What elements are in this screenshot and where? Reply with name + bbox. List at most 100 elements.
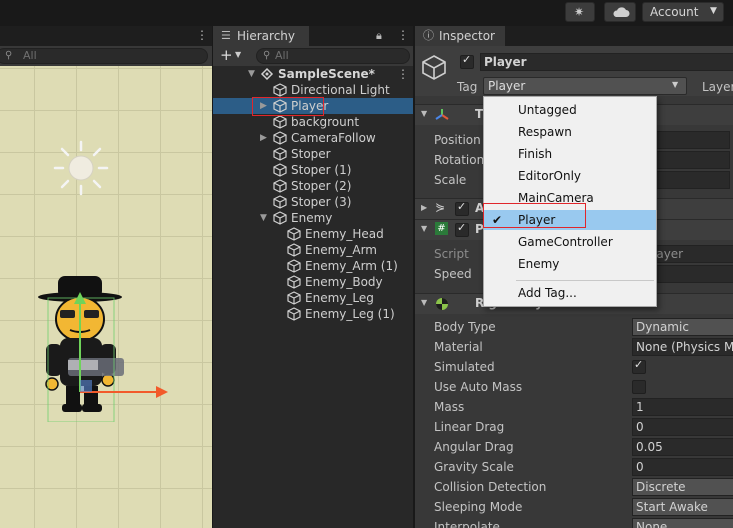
menu-item-tag[interactable]: EditorOnly	[484, 166, 656, 186]
tab-hierarchy[interactable]: ☰ Hierarchy	[213, 26, 309, 46]
services-button[interactable]: ✷	[565, 2, 595, 22]
gameobject-cube-icon	[273, 131, 287, 145]
chevron-down-icon[interactable]: ▼	[248, 66, 255, 82]
menu-item-tag[interactable]: Untagged	[484, 100, 656, 120]
gameobject-cube-icon	[287, 307, 301, 321]
property-field[interactable]: 0.05	[632, 438, 733, 456]
hierarchy-item[interactable]: Enemy_Arm (1)	[213, 258, 413, 274]
player-sprite[interactable]	[38, 272, 168, 422]
layer-label: Layer	[702, 80, 733, 94]
object-name-field[interactable]: Player	[480, 53, 733, 71]
hierarchy-item[interactable]: backgrount	[213, 114, 413, 130]
cloud-button[interactable]	[604, 2, 636, 22]
tag-dropdown[interactable]: Player ▼	[483, 77, 687, 95]
hierarchy-item[interactable]: Stoper (2)	[213, 178, 413, 194]
transform-label: Scale	[434, 173, 467, 187]
transform-icon	[435, 109, 449, 120]
property-dropdown[interactable]: Discrete	[632, 478, 733, 496]
account-dropdown[interactable]: Account ▼	[642, 2, 724, 22]
rigidbody-icon	[436, 298, 448, 310]
tag-value: Player	[488, 79, 526, 93]
property-field[interactable]: 0	[632, 458, 733, 476]
hierarchy-item-label: Stoper (1)	[291, 163, 352, 177]
hierarchy-item[interactable]: Enemy_Leg	[213, 290, 413, 306]
more-menu-icon[interactable]: ⋮	[397, 28, 409, 42]
more-menu-icon[interactable]: ⋮	[397, 66, 409, 82]
checkmark-icon: ✓	[634, 358, 644, 371]
unity-scene-icon	[260, 67, 274, 81]
highlight-box-tag-player	[483, 203, 586, 228]
gameobject-cube-icon	[287, 291, 301, 305]
property-value: None	[636, 520, 668, 528]
hierarchy-item[interactable]: Stoper	[213, 146, 413, 162]
menu-item-tag[interactable]: GameController	[484, 232, 656, 252]
property-field[interactable]: 1	[632, 398, 733, 416]
property-field[interactable]: None (Physics Ma	[632, 338, 733, 356]
scene-search-bar: ⚲ All	[0, 46, 212, 66]
property-label: Material	[434, 340, 483, 354]
scene-panel: ⋮ ⚲ All	[0, 26, 212, 528]
transform-label: Rotation	[434, 153, 485, 167]
hierarchy-item[interactable]: Enemy_Body	[213, 274, 413, 290]
property-dropdown[interactable]: Start Awake	[632, 498, 733, 516]
property-label: Use Auto Mass	[434, 380, 523, 394]
hierarchy-item[interactable]: Enemy_Head	[213, 226, 413, 242]
search-icon: ⚲	[5, 50, 13, 61]
chevron-down-icon: ▼	[672, 80, 679, 89]
gameobject-cube-icon	[287, 259, 301, 273]
menu-item-label: GameController	[518, 235, 613, 249]
hierarchy-item[interactable]: Stoper (3)	[213, 194, 413, 210]
menu-item-add-tag[interactable]: Add Tag...	[484, 283, 656, 303]
hierarchy-item[interactable]: Enemy_Leg (1)	[213, 306, 413, 322]
animator-enabled-checkbox[interactable]: ✓	[455, 200, 469, 216]
script-value: layer	[653, 247, 684, 261]
property-value: 0.05	[636, 440, 663, 454]
menu-item-tag[interactable]: Enemy	[484, 254, 656, 274]
property-label: Sleeping Mode	[434, 500, 523, 514]
menu-item-tag[interactable]: Respawn	[484, 122, 656, 142]
property-value: Start Awake	[636, 500, 708, 514]
lock-icon[interactable]: 🔒︎	[376, 29, 382, 43]
more-menu-icon[interactable]: ⋮	[196, 28, 208, 42]
hierarchy-scene-root[interactable]: ▼ SampleScene* ⋮	[213, 66, 413, 82]
hierarchy-item[interactable]: ▼ Enemy	[213, 210, 413, 226]
directional-light-gizmo-icon[interactable]	[51, 138, 111, 198]
tab-inspector[interactable]: ⓘ Inspector	[415, 26, 505, 46]
property-dropdown[interactable]: None	[632, 518, 733, 528]
chevron-down-icon[interactable]: ▼	[260, 210, 267, 226]
top-toolbar: ✷ Account ▼	[0, 0, 733, 25]
active-checkbox[interactable]: ✓	[460, 53, 474, 69]
hierarchy-item-label: Directional Light	[291, 83, 390, 97]
property-label: Mass	[434, 400, 465, 414]
menu-item-label: EditorOnly	[518, 169, 581, 183]
property-dropdown[interactable]: Dynamic	[632, 318, 733, 336]
hierarchy-item[interactable]: Stoper (1)	[213, 162, 413, 178]
property-checkbox[interactable]: ✓	[632, 358, 646, 374]
speed-label: Speed	[434, 267, 472, 281]
add-icon[interactable]: +	[220, 46, 233, 64]
hierarchy-item[interactable]: ▶ CameraFollow	[213, 130, 413, 146]
gameobject-cube-icon	[273, 179, 287, 193]
gameobject-cube-icon	[273, 147, 287, 161]
chevron-right-icon[interactable]: ▶	[260, 130, 267, 146]
highlight-box-hierarchy-player	[252, 97, 324, 116]
cloud-icon	[613, 7, 630, 17]
property-label: Body Type	[434, 320, 496, 334]
menu-item-tag[interactable]: Finish	[484, 144, 656, 164]
animator-icon: ⋟	[435, 200, 446, 214]
property-value: Discrete	[636, 480, 686, 494]
scene-viewport[interactable]	[0, 66, 212, 528]
add-tag-label: Add Tag...	[518, 286, 577, 300]
gameobject-cube-icon	[287, 275, 301, 289]
tag-dropdown-menu: Untagged Respawn Finish EditorOnly MainCamer…	[483, 96, 657, 307]
property-field[interactable]: 0	[632, 418, 733, 436]
script-enabled-checkbox[interactable]: ✓	[455, 221, 469, 237]
script-label: Script	[434, 247, 469, 261]
hierarchy-item[interactable]: Directional Light	[213, 82, 413, 98]
scene-search-input[interactable]: ⚲ All	[0, 48, 208, 64]
chevron-down-icon[interactable]: ▼	[235, 50, 241, 59]
hierarchy-item[interactable]: Enemy_Arm	[213, 242, 413, 258]
hierarchy-search-input[interactable]: ⚲ All	[256, 48, 410, 64]
hierarchy-item-label: Stoper (3)	[291, 195, 352, 209]
property-checkbox[interactable]	[632, 380, 646, 394]
